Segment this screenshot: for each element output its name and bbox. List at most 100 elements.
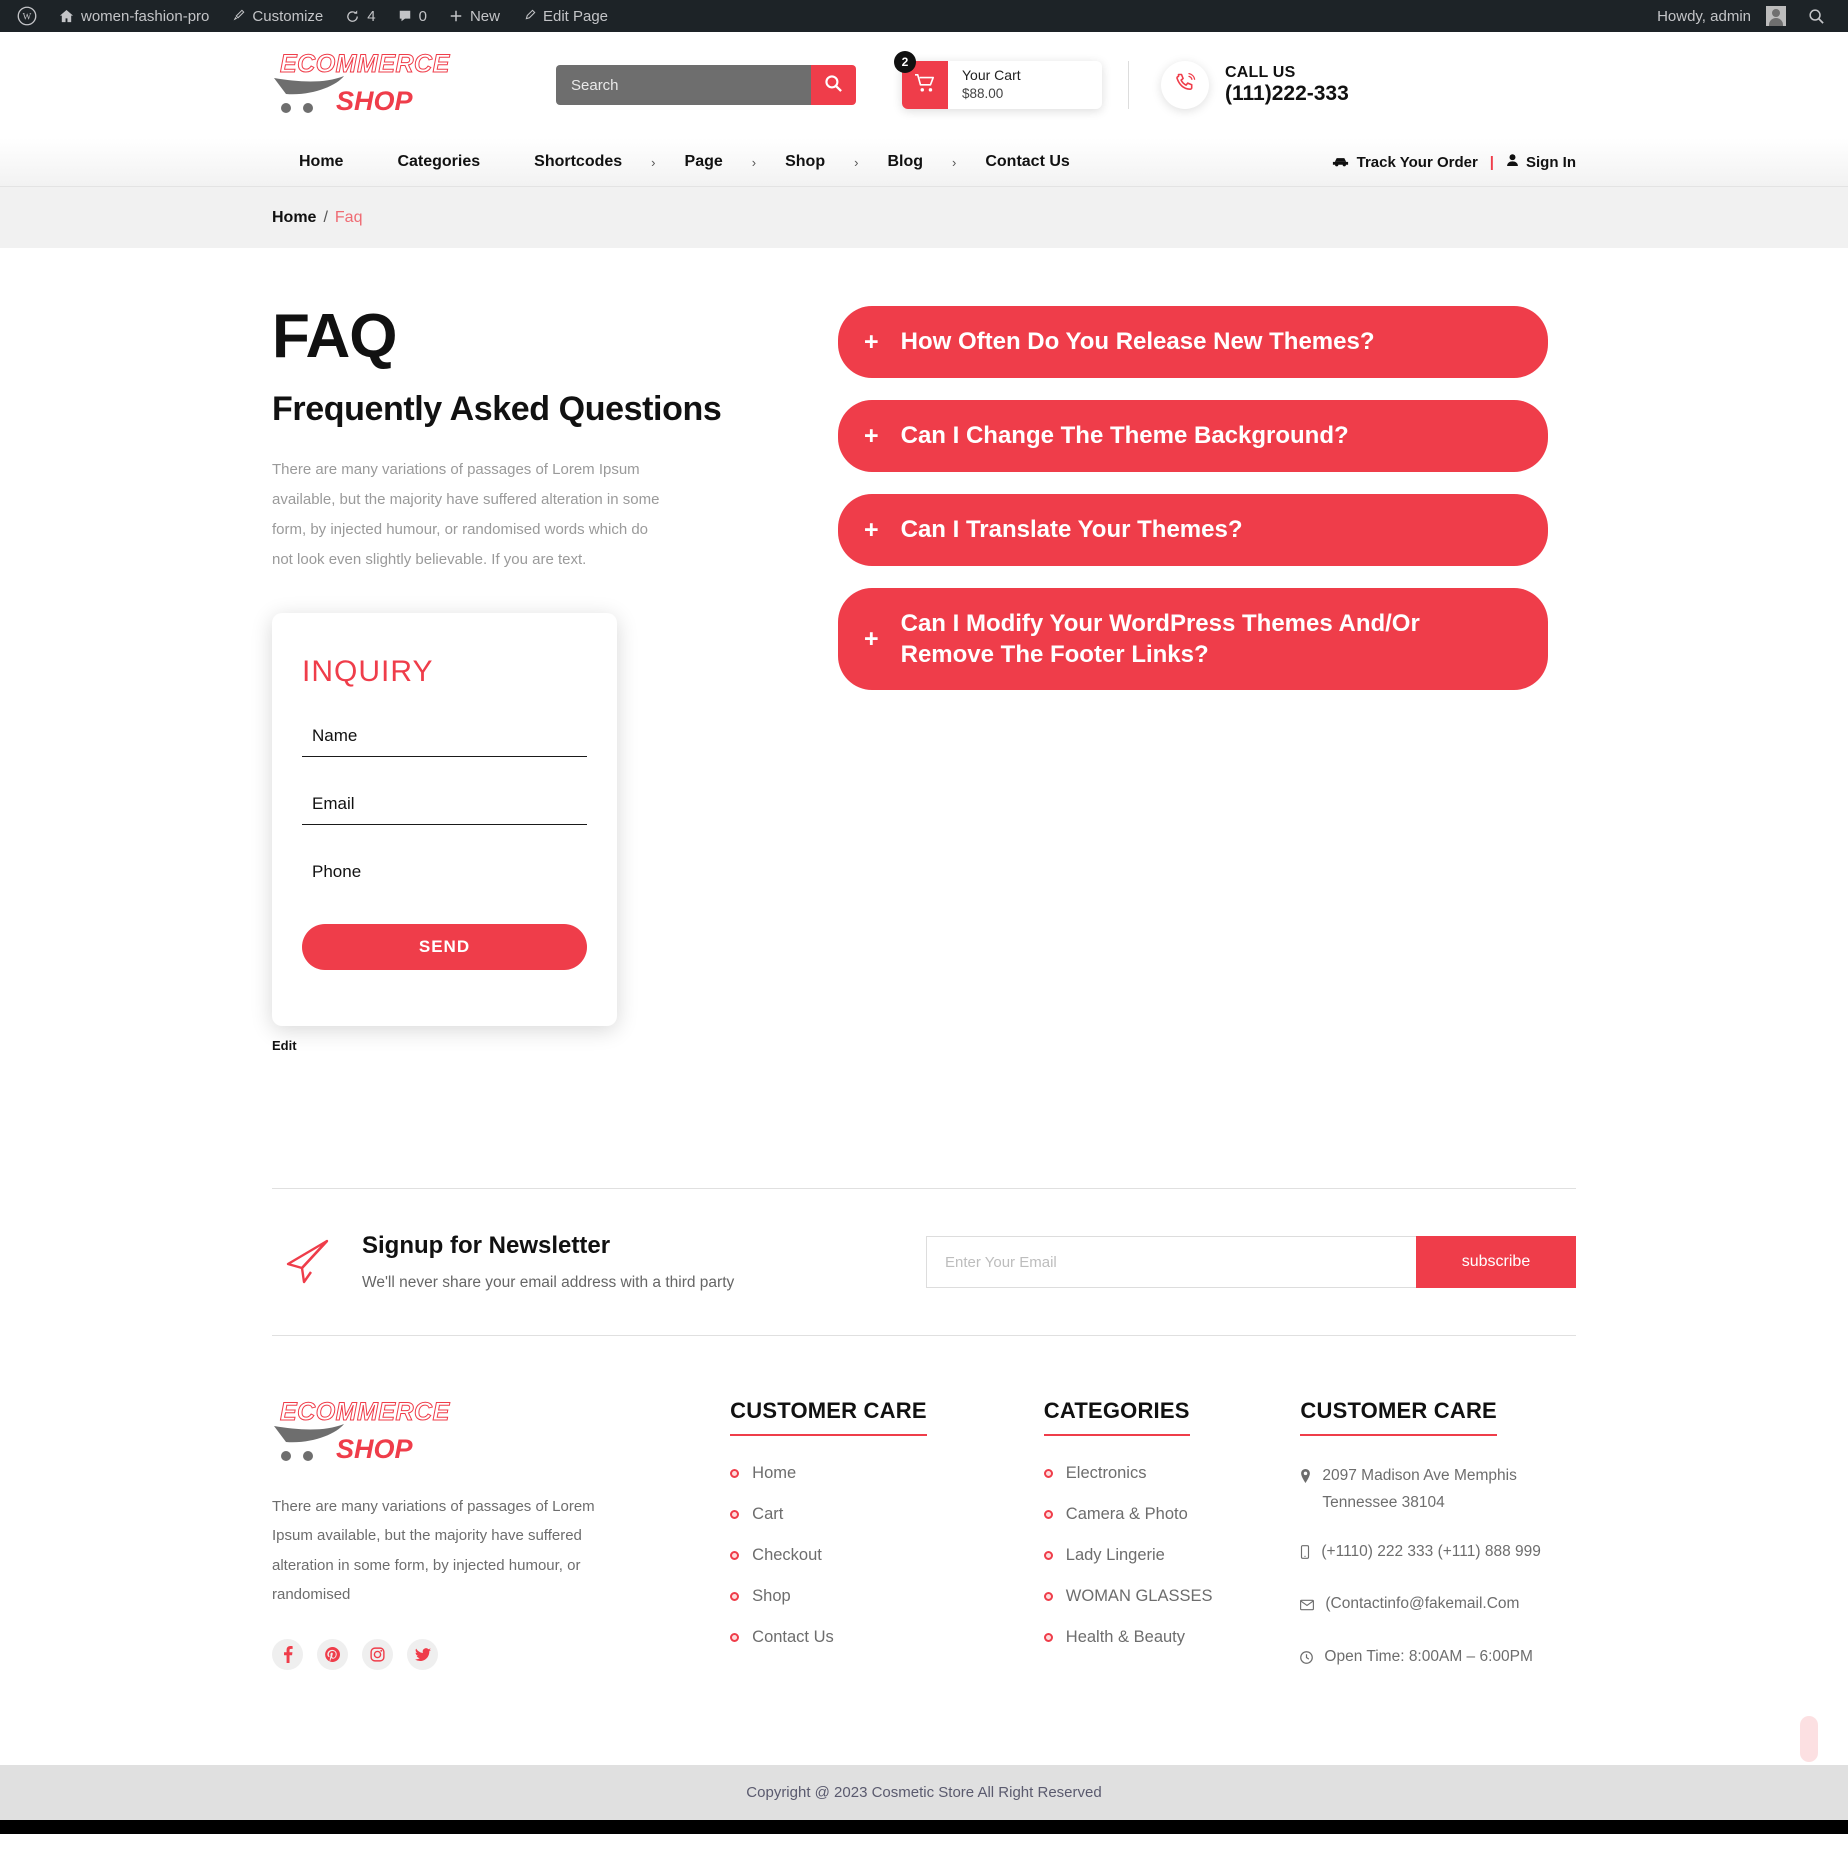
cart-count-badge: 2 xyxy=(894,51,916,73)
wordpress-icon: W xyxy=(17,6,37,26)
page-title: FAQ xyxy=(272,302,397,371)
bullet-icon xyxy=(1043,1633,1053,1642)
nav-utility-links: Track Your Order | Sign In xyxy=(1331,153,1576,171)
shopping-cart-icon xyxy=(914,73,936,98)
footer-categories-list: Electronics Camera & Photo Lady Lingerie… xyxy=(1043,1464,1301,1647)
list-item[interactable]: Shop xyxy=(730,1587,1044,1606)
call-us-label: CALL US xyxy=(1225,64,1296,81)
send-button[interactable]: SEND xyxy=(302,924,587,970)
header-divider xyxy=(1128,61,1129,109)
adminbar-right-group: Howdy, admin xyxy=(1646,0,1836,32)
page-subtitle: Frequently Asked Questions xyxy=(272,390,722,428)
faq-accordion-item[interactable]: + How Often Do You Release New Themes? xyxy=(838,306,1548,378)
newsletter-subtitle: We'll never share your email address wit… xyxy=(362,1274,735,1291)
newsletter-form: subscribe xyxy=(926,1236,1576,1288)
cart-block[interactable]: 2 Your Cart $88.00 xyxy=(894,51,1102,109)
instagram-icon[interactable] xyxy=(362,1639,393,1670)
nav-item-categories[interactable]: Categories xyxy=(370,153,507,171)
plus-icon: + xyxy=(864,421,879,450)
main-navigation: Home Categories Shortcodes › Page › Shop… xyxy=(0,138,1848,187)
header-inner: ECOMMERCE SHOP Search 2 Your Cart $88.00… xyxy=(0,50,1848,120)
plus-icon: + xyxy=(864,624,879,653)
adminbar-edit-page-label: Edit Page xyxy=(542,7,609,25)
phone-input[interactable] xyxy=(302,856,587,892)
nav-item-shop[interactable]: Shop xyxy=(758,153,852,171)
copyright-text: Copyright @ 2023 Cosmetic Store All Righ… xyxy=(746,1783,1102,1801)
faq-accordion-item[interactable]: + Can I Translate Your Themes? xyxy=(838,494,1548,566)
wp-admin-bar: W women-fashion-pro Customize 4 0 New Ed… xyxy=(0,0,1848,32)
contact-hours: Open Time: 8:00AM – 6:00PM xyxy=(1300,1643,1576,1673)
email-input[interactable] xyxy=(302,788,587,825)
adminbar-comments[interactable]: 0 xyxy=(387,0,438,32)
breadcrumb-home-link[interactable]: Home xyxy=(272,209,316,227)
footer-categories-heading: CATEGORIES xyxy=(1043,1398,1190,1436)
contact-address-text: 2097 Madison Ave Memphis Tennessee 38104 xyxy=(1322,1467,1517,1512)
adminbar-updates[interactable]: 4 xyxy=(334,0,386,32)
list-item[interactable]: WOMAN GLASSES xyxy=(1043,1587,1301,1606)
newsletter-email-input[interactable] xyxy=(926,1236,1416,1288)
footer-description: There are many variations of passages of… xyxy=(272,1498,595,1603)
nav-separator: | xyxy=(1489,153,1494,171)
site-header: ECOMMERCE SHOP Search 2 Your Cart $88.00… xyxy=(0,32,1848,138)
site-logo[interactable]: ECOMMERCE SHOP xyxy=(272,50,450,120)
site-footer: ECOMMERCE SHOP There are many variations… xyxy=(0,1336,1848,1765)
nav-item-home[interactable]: Home xyxy=(272,153,370,171)
list-item[interactable]: Home xyxy=(730,1464,1044,1483)
footer-customer-care-column: CUSTOMER CARE Home Cart Checkout Shop Co… xyxy=(730,1398,1044,1695)
footer-logo[interactable]: ECOMMERCE SHOP xyxy=(272,1398,450,1470)
adminbar-site-name[interactable]: women-fashion-pro xyxy=(48,0,220,32)
nav-items: Home Categories Shortcodes › Page › Shop… xyxy=(272,153,1097,171)
adminbar-new[interactable]: New xyxy=(438,0,511,32)
clock-icon xyxy=(1300,1643,1314,1673)
newsletter-section: Signup for Newsletter We'll never share … xyxy=(272,1188,1576,1336)
inquiry-email-field xyxy=(302,788,587,825)
faq-question: How Often Do You Release New Themes? xyxy=(900,328,1375,356)
sign-in-link[interactable]: Sign In xyxy=(1526,154,1576,171)
nav-item-contact-us[interactable]: Contact Us xyxy=(958,153,1096,171)
contact-address: 2097 Madison Ave Memphis Tennessee 38104 xyxy=(1300,1462,1576,1516)
edit-link[interactable]: Edit xyxy=(272,1038,742,1053)
paintbrush-icon xyxy=(231,9,245,23)
search-submit-button[interactable] xyxy=(811,65,856,105)
nav-item-page[interactable]: Page xyxy=(658,153,750,171)
list-item[interactable]: Health & Beauty xyxy=(1043,1628,1301,1647)
car-icon xyxy=(1331,153,1350,171)
faq-accordion-item[interactable]: + Can I Change The Theme Background? xyxy=(838,400,1548,472)
wp-logo-button[interactable]: W xyxy=(6,0,48,32)
list-item[interactable]: Lady Lingerie xyxy=(1043,1546,1301,1565)
mobile-icon xyxy=(1300,1538,1310,1568)
list-item[interactable]: Contact Us xyxy=(730,1628,1044,1647)
bullet-icon xyxy=(1043,1592,1053,1601)
cart-card[interactable]: Your Cart $88.00 xyxy=(902,61,1102,109)
search-icon xyxy=(1808,8,1825,25)
faq-accordion-item[interactable]: + Can I Modify Your WordPress Themes And… xyxy=(838,588,1548,691)
adminbar-search-button[interactable] xyxy=(1797,0,1836,32)
facebook-icon[interactable] xyxy=(272,1639,303,1670)
twitter-icon[interactable] xyxy=(407,1639,438,1670)
list-item[interactable]: Cart xyxy=(730,1505,1044,1524)
call-us-number: (111)222-333 xyxy=(1225,82,1349,105)
subscribe-button[interactable]: subscribe xyxy=(1416,1236,1576,1288)
breadcrumb: Home / Faq xyxy=(0,187,1848,248)
name-input[interactable] xyxy=(302,720,587,757)
bullet-icon xyxy=(730,1469,740,1478)
list-item-label: Lady Lingerie xyxy=(1065,1546,1165,1564)
track-your-order-link[interactable]: Track Your Order xyxy=(1357,154,1478,171)
adminbar-edit-page[interactable]: Edit Page xyxy=(511,0,619,32)
adminbar-customize[interactable]: Customize xyxy=(220,0,334,32)
footer-logo-secondary-text: SHOP xyxy=(336,1434,413,1464)
pinterest-icon[interactable] xyxy=(317,1639,348,1670)
nav-item-shortcodes[interactable]: Shortcodes xyxy=(507,153,649,171)
scroll-to-top-button[interactable] xyxy=(1800,1715,1818,1762)
list-item-label: Cart xyxy=(752,1505,784,1523)
map-pin-icon xyxy=(1300,1462,1311,1516)
list-item[interactable]: Electronics xyxy=(1043,1464,1301,1483)
list-item[interactable]: Checkout xyxy=(730,1546,1044,1565)
search-input[interactable] xyxy=(556,65,811,105)
contact-email-text: (Contactinfo@fakemail.Com xyxy=(1325,1595,1520,1613)
adminbar-my-account[interactable]: Howdy, admin xyxy=(1646,0,1797,32)
faq-question: Can I Modify Your WordPress Themes And/O… xyxy=(900,610,1420,669)
nav-item-blog[interactable]: Blog xyxy=(860,153,950,171)
envelope-icon xyxy=(1300,1590,1315,1620)
list-item[interactable]: Camera & Photo xyxy=(1043,1505,1301,1524)
